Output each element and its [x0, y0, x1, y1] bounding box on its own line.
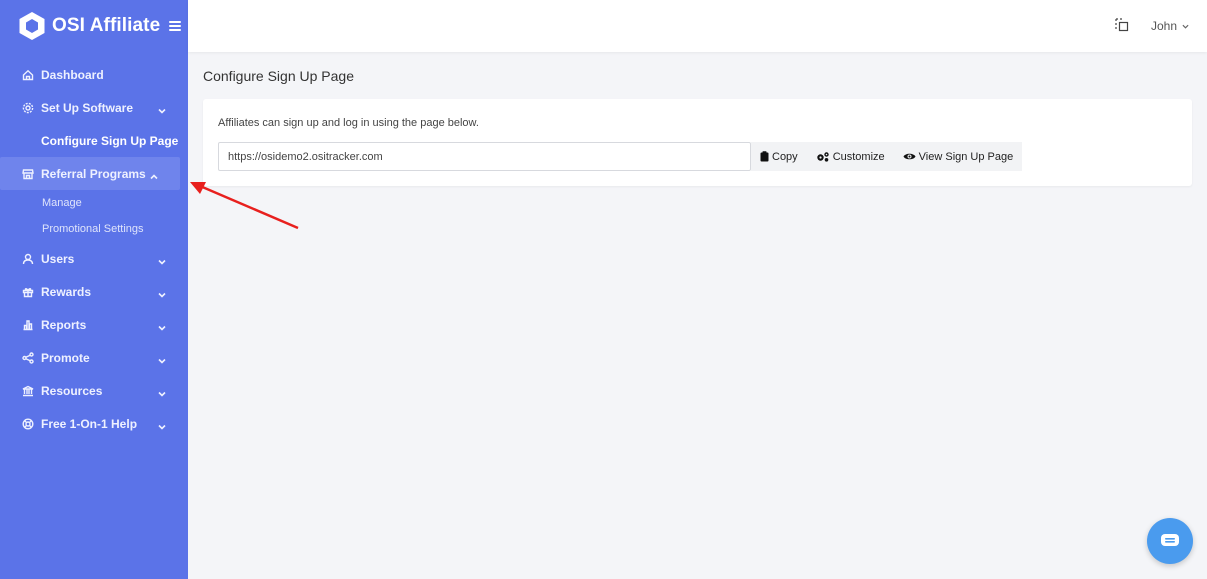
sidebar-subitem-promotional-settings[interactable]: Promotional Settings	[0, 216, 188, 242]
sidebar-item-dashboard[interactable]: Dashboard	[0, 58, 188, 91]
sidebar-item-referral-programs[interactable]: Referral Programs	[0, 157, 180, 190]
sidebar-item-label: Resources	[41, 383, 103, 398]
sidebar-subitem-configure-sign-up-page[interactable]: Configure Sign Up Page	[0, 124, 188, 157]
customize-button[interactable]: Customize	[807, 142, 894, 171]
home-icon	[21, 68, 34, 81]
view-sign-up-page-button[interactable]: View Sign Up Page	[894, 142, 1023, 171]
chevron-down-icon	[158, 288, 166, 298]
user-icon	[21, 252, 34, 265]
store-icon	[21, 167, 34, 180]
sidebar-item-label: Referral Programs	[41, 166, 146, 181]
bar-chart-icon	[21, 318, 34, 331]
sidebar-item-label: Dashboard	[41, 67, 104, 82]
clipboard-icon	[760, 151, 769, 162]
sidebar-item-resources[interactable]: Resources	[0, 374, 188, 407]
lifebuoy-icon	[21, 417, 34, 430]
sidebar: OSI Affiliate Dashboard Set Up Software …	[0, 0, 188, 579]
sidebar-item-label: Set Up Software	[41, 100, 134, 115]
chat-widget-button[interactable]	[1147, 518, 1193, 564]
url-actions: Copy Customize View Sign Up Page	[751, 142, 1023, 171]
user-menu[interactable]: John	[1151, 19, 1189, 33]
menu-toggle-icon[interactable]	[169, 21, 182, 31]
fullscreen-icon[interactable]	[1115, 18, 1129, 32]
sidebar-nav: Dashboard Set Up Software Configure Sign…	[0, 58, 188, 440]
copy-label: Copy	[772, 150, 798, 163]
logo-icon	[19, 12, 45, 40]
chevron-down-icon	[158, 255, 166, 265]
chevron-up-icon	[150, 170, 158, 179]
chevron-down-icon	[158, 387, 166, 397]
gear-icon	[21, 101, 34, 114]
sidebar-item-promote[interactable]: Promote	[0, 341, 188, 374]
eye-icon	[903, 153, 916, 160]
sidebar-item-users[interactable]: Users	[0, 242, 188, 275]
chevron-down-icon	[1182, 24, 1189, 29]
gears-icon	[816, 152, 829, 162]
sidebar-item-rewards[interactable]: Rewards	[0, 275, 188, 308]
chevron-down-icon	[158, 321, 166, 331]
sidebar-subitem-manage[interactable]: Manage	[0, 190, 188, 216]
chevron-down-icon	[158, 104, 166, 114]
sidebar-item-label: Promote	[41, 350, 90, 365]
gift-icon	[21, 285, 34, 298]
sidebar-item-label: Rewards	[41, 284, 92, 299]
bank-icon	[21, 384, 34, 397]
view-label: View Sign Up Page	[918, 150, 1014, 163]
page-title: Configure Sign Up Page	[203, 68, 354, 84]
share-icon	[21, 351, 34, 364]
signup-card: Affiliates can sign up and log in using …	[203, 99, 1192, 186]
chat-icon	[1161, 534, 1179, 546]
chevron-down-icon	[158, 420, 166, 430]
sidebar-item-set-up-software[interactable]: Set Up Software	[0, 91, 188, 124]
customize-label: Customize	[832, 150, 885, 163]
top-bar: John	[188, 0, 1207, 52]
sidebar-item-label: Users	[41, 251, 75, 266]
sidebar-item-label: Reports	[41, 317, 87, 332]
sidebar-item-free-help[interactable]: Free 1-On-1 Help	[0, 407, 188, 440]
sidebar-item-reports[interactable]: Reports	[0, 308, 188, 341]
brand-name: OSI Affiliate	[52, 15, 161, 36]
user-name: John	[1151, 19, 1178, 33]
card-description: Affiliates can sign up and log in using …	[218, 117, 479, 129]
chevron-down-icon	[158, 354, 166, 364]
copy-button[interactable]: Copy	[751, 142, 807, 171]
signup-url-input[interactable]	[218, 142, 751, 171]
sidebar-item-label: Free 1-On-1 Help	[41, 416, 138, 431]
brand[interactable]: OSI Affiliate	[0, 0, 188, 52]
